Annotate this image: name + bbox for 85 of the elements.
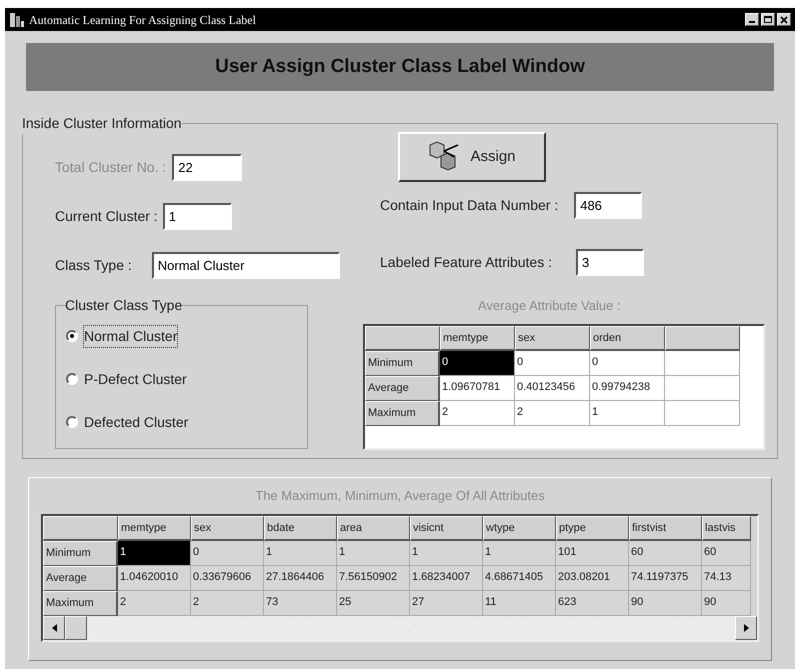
row-header: Average — [43, 566, 118, 590]
row-header: Average — [365, 376, 440, 400]
table-cell[interactable]: 1.04620010 — [118, 566, 191, 590]
minimize-button[interactable] — [745, 13, 759, 26]
table-cell[interactable]: 60 — [629, 540, 702, 566]
field-label: Current Cluster : — [55, 207, 158, 226]
table-cell[interactable]: 1 — [264, 540, 337, 566]
input-field[interactable]: Normal Cluster — [152, 252, 340, 279]
row-header: Maximum — [43, 590, 118, 616]
table-cell[interactable]: 27.1864406 — [264, 566, 337, 590]
input-field[interactable]: 22 — [172, 154, 242, 181]
table-title: Average Attribute Value : — [478, 297, 622, 315]
table-cell[interactable]: 203.08201 — [556, 566, 629, 590]
table-cell[interactable]: 25 — [337, 590, 410, 616]
radio-option[interactable]: P-Defect Cluster — [66, 367, 297, 391]
table-cell[interactable]: 2 — [515, 400, 590, 426]
table-cell[interactable]: 1.68234007 — [410, 566, 483, 590]
row-header: Minimum — [365, 350, 440, 376]
table-cell[interactable]: 1 — [337, 540, 410, 566]
table-cell[interactable]: 0 — [590, 350, 665, 376]
row-header: Maximum — [365, 400, 440, 426]
column-header[interactable]: memtype — [118, 516, 191, 540]
table-cell[interactable]: 11 — [483, 590, 556, 616]
field-label: Labeled Feature Attributes : — [380, 253, 552, 272]
table-cell[interactable]: 90 — [702, 590, 751, 616]
app-icon — [9, 12, 25, 28]
column-header[interactable]: ptype — [556, 516, 629, 540]
scroll-right-button[interactable] — [735, 616, 757, 640]
window-title: Automatic Learning For Assigning Class Label — [29, 12, 257, 28]
column-header[interactable]: wtype — [483, 516, 556, 540]
table-cell[interactable]: 73 — [264, 590, 337, 616]
row-header: Minimum — [43, 540, 118, 566]
input-field[interactable]: 3 — [576, 249, 644, 276]
table-cell[interactable]: 1.09670781 — [440, 376, 515, 400]
radio-option[interactable]: Normal Cluster — [66, 324, 297, 348]
panel-title: Inside Cluster Information — [22, 114, 182, 133]
close-icon — [780, 16, 788, 24]
scroll-thumb[interactable] — [65, 616, 87, 640]
table-cell[interactable]: 2 — [191, 590, 264, 616]
banner: User Assign Cluster Class Label Window — [26, 43, 774, 91]
table-cell[interactable]: 1 — [118, 540, 191, 566]
column-header[interactable]: bdate — [264, 516, 337, 540]
column-header[interactable]: area — [337, 516, 410, 540]
table-cell[interactable]: 1 — [590, 400, 665, 426]
table-cell[interactable]: 2 — [440, 400, 515, 426]
table-cell[interactable]: 623 — [556, 590, 629, 616]
table-cell[interactable]: 1 — [410, 540, 483, 566]
field-label: Total Cluster No. : — [55, 158, 166, 177]
table-cell[interactable]: 2 — [118, 590, 191, 616]
close-button[interactable] — [777, 13, 791, 26]
table-cell[interactable]: 0 — [440, 350, 515, 376]
table-cell[interactable]: 0.99794238 — [590, 376, 665, 400]
table-cell[interactable]: 0 — [191, 540, 264, 566]
table-cell[interactable]: 4.68671405 — [483, 566, 556, 590]
table-cell[interactable]: 0.40123456 — [515, 376, 590, 400]
field-label: Contain Input Data Number : — [380, 196, 558, 215]
column-header[interactable]: orden — [590, 326, 665, 350]
table-cell[interactable]: 27 — [410, 590, 483, 616]
table-cell[interactable]: 7.56150902 — [337, 566, 410, 590]
table-cell[interactable]: 90 — [629, 590, 702, 616]
horizontal-scrollbar[interactable] — [43, 616, 757, 640]
maximize-button[interactable] — [761, 13, 775, 26]
table-cell[interactable]: 0 — [515, 350, 590, 376]
column-header[interactable]: lastvis — [702, 516, 751, 540]
column-header[interactable]: sex — [515, 326, 590, 350]
column-header[interactable]: sex — [191, 516, 264, 540]
table-cell[interactable]: 60 — [702, 540, 751, 566]
input-field[interactable]: 486 — [574, 192, 642, 219]
right-arrow-icon — [744, 624, 748, 632]
table-cell[interactable]: 74.13 — [702, 566, 751, 590]
table-cell[interactable]: 74.1197375 — [629, 566, 702, 590]
table-title: The Maximum, Minimum, Average Of All Attributes — [255, 487, 545, 505]
input-field[interactable]: 1 — [162, 203, 232, 230]
table-cell[interactable]: 1 — [483, 540, 556, 566]
assign-button[interactable]: Assign — [398, 132, 546, 182]
column-header[interactable]: memtype — [440, 326, 515, 350]
column-header[interactable]: visicnt — [410, 516, 483, 540]
group-title: Cluster Class Type — [65, 296, 182, 315]
field-label: Class Type : — [55, 256, 132, 275]
table-cell[interactable]: 101 — [556, 540, 629, 566]
column-header[interactable]: firstvist — [629, 516, 702, 540]
scroll-left-button[interactable] — [43, 616, 65, 640]
left-arrow-icon — [52, 624, 56, 632]
table-cell[interactable]: 0.33679606 — [191, 566, 264, 590]
radio-option[interactable]: Defected Cluster — [66, 410, 297, 434]
